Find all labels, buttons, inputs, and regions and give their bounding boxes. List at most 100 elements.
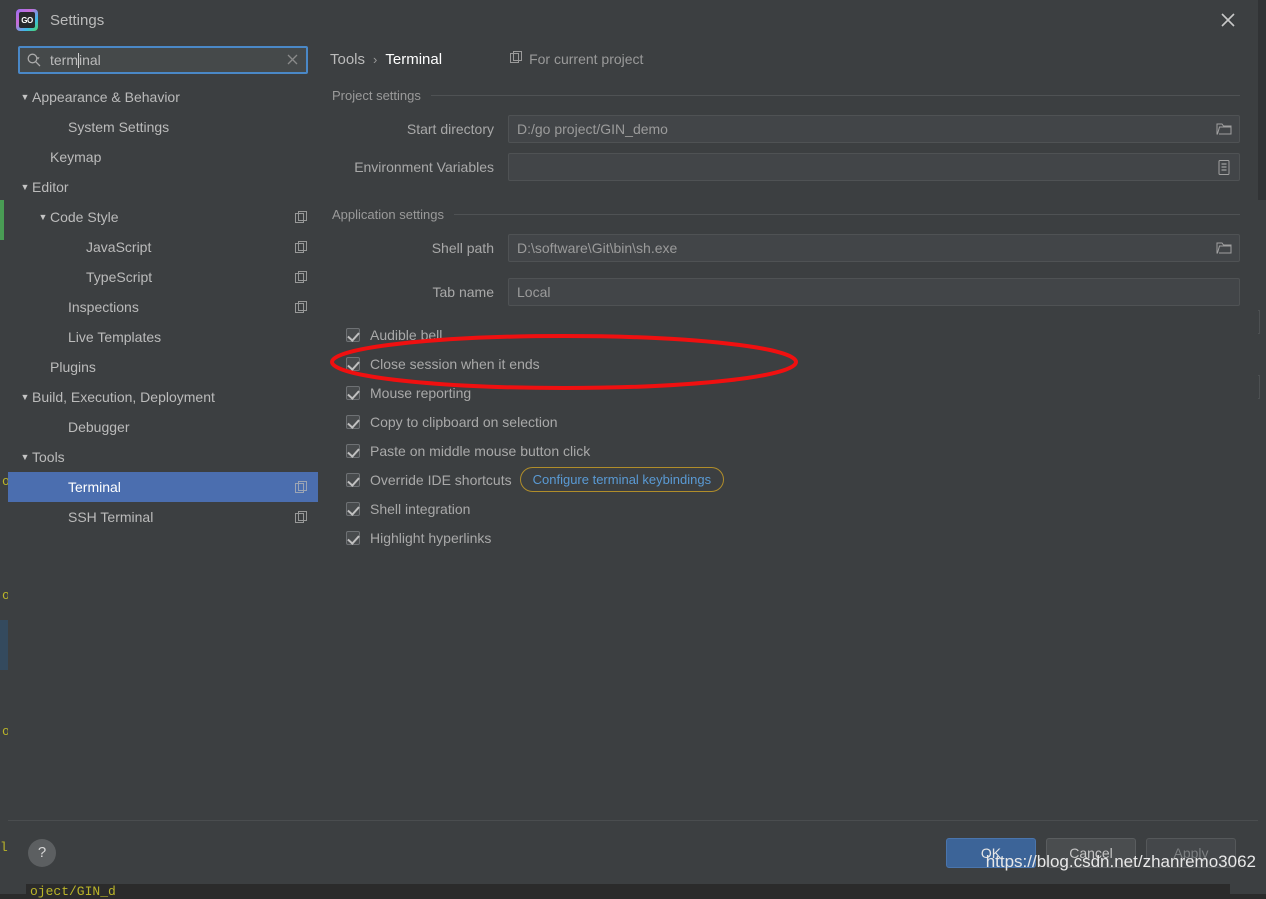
option-row: Mouse reporting	[346, 378, 1240, 407]
checkbox-close-session-when-it-ends[interactable]	[346, 357, 360, 371]
checkbox-paste-on-middle-mouse-button-click[interactable]	[346, 444, 360, 458]
copy-settings-icon[interactable]	[295, 211, 308, 224]
checkbox-label: Highlight hyperlinks	[370, 530, 491, 546]
sidebar-item-label: Code Style	[50, 209, 118, 225]
close-icon[interactable]	[1212, 4, 1244, 36]
goland-logo-icon	[16, 9, 38, 31]
checkbox-label: Paste on middle mouse button click	[370, 443, 590, 459]
copy-settings-icon[interactable]	[295, 301, 308, 314]
application-settings-group-header: Application settings	[332, 207, 1240, 222]
option-row: Override IDE shortcutsConfigure terminal…	[346, 465, 1240, 494]
sidebar-item-inspections[interactable]: Inspections	[8, 292, 318, 322]
sidebar-item-javascript[interactable]: JavaScript	[8, 232, 318, 262]
sidebar-item-terminal[interactable]: Terminal	[8, 472, 318, 502]
sidebar-item-label: Inspections	[68, 299, 139, 315]
shell-path-value: D:\software\Git\bin\sh.exe	[517, 240, 677, 256]
copy-settings-icon[interactable]	[295, 241, 308, 254]
sidebar-item-label: Appearance & Behavior	[32, 89, 180, 105]
copy-settings-icon[interactable]	[295, 481, 308, 494]
search-input-text: terminal	[50, 52, 101, 68]
dialog-titlebar: Settings	[8, 0, 1258, 40]
terminal-options-list: Audible bell Close session when it ends Mo…	[332, 320, 1240, 552]
search-input[interactable]: terminal	[18, 46, 308, 74]
sidebar-item-live-templates[interactable]: Live Templates	[8, 322, 318, 352]
chevron-down-icon[interactable]: ▼	[18, 452, 32, 462]
checkbox-audible-bell[interactable]	[346, 328, 360, 342]
shell-path-label: Shell path	[332, 240, 508, 256]
search-text-pre: term	[50, 52, 78, 68]
checkbox-label: Close session when it ends	[370, 356, 540, 372]
search-wrapper: terminal	[8, 46, 318, 82]
sidebar-item-label: Live Templates	[68, 329, 161, 345]
environment-variables-label: Environment Variables	[332, 159, 508, 175]
option-row: Copy to clipboard on selection	[346, 407, 1240, 436]
group-title: Application settings	[332, 207, 444, 222]
sidebar-item-appearance-behavior[interactable]: ▼Appearance & Behavior	[8, 82, 318, 112]
sidebar-item-label: System Settings	[68, 119, 169, 135]
environment-variables-input[interactable]	[508, 153, 1240, 181]
sidebar-item-typescript[interactable]: TypeScript	[8, 262, 318, 292]
checkbox-mouse-reporting[interactable]	[346, 386, 360, 400]
start-directory-row: Start directory D:/go project/GIN_demo	[332, 115, 1240, 143]
gutter-change-marker	[0, 200, 4, 240]
sidebar-item-debugger[interactable]: Debugger	[8, 412, 318, 442]
clear-icon[interactable]	[287, 53, 298, 67]
chevron-down-icon[interactable]: ▼	[18, 92, 32, 102]
sidebar-item-label: Keymap	[50, 149, 101, 165]
list-edit-icon[interactable]	[1215, 158, 1233, 176]
folder-icon[interactable]	[1215, 120, 1233, 138]
sidebar-item-label: Build, Execution, Deployment	[32, 389, 215, 405]
sidebar-item-plugins[interactable]: Plugins	[8, 352, 318, 382]
checkbox-shell-integration[interactable]	[346, 502, 360, 516]
ide-code-fragment: oject/GIN_d	[30, 884, 116, 899]
sidebar-item-tools[interactable]: ▼Tools	[8, 442, 318, 472]
sidebar-item-label: TypeScript	[86, 269, 152, 285]
scope-label: For current project	[529, 51, 643, 67]
shell-path-input[interactable]: D:\software\Git\bin\sh.exe	[508, 234, 1240, 262]
sidebar-item-build-execution-deployment[interactable]: ▼Build, Execution, Deployment	[8, 382, 318, 412]
tab-name-value: Local	[517, 284, 550, 300]
copy-settings-icon[interactable]	[295, 511, 308, 524]
option-row: Highlight hyperlinks	[346, 523, 1240, 552]
group-divider	[431, 95, 1240, 96]
sidebar-item-code-style[interactable]: ▼Code Style	[8, 202, 318, 232]
sidebar-item-label: Plugins	[50, 359, 96, 375]
project-scope-icon	[510, 51, 523, 67]
shell-path-row: Shell path D:\software\Git\bin\sh.exe	[332, 234, 1240, 262]
start-directory-label: Start directory	[332, 121, 508, 137]
search-text-post: inal	[79, 52, 101, 68]
sidebar-item-label: Terminal	[68, 479, 121, 495]
sidebar-item-label: JavaScript	[86, 239, 151, 255]
breadcrumb-parent[interactable]: Tools	[330, 51, 365, 68]
option-row: Audible bell	[346, 320, 1240, 349]
sidebar-item-editor[interactable]: ▼Editor	[8, 172, 318, 202]
checkbox-highlight-hyperlinks[interactable]	[346, 531, 360, 545]
start-directory-value: D:/go project/GIN_demo	[517, 121, 668, 137]
checkbox-copy-to-clipboard-on-selection[interactable]	[346, 415, 360, 429]
chevron-down-icon[interactable]: ▼	[36, 212, 50, 222]
option-row: Paste on middle mouse button click	[346, 436, 1240, 465]
configure-terminal-keybindings-link[interactable]: Configure terminal keybindings	[520, 467, 724, 492]
sidebar-item-system-settings[interactable]: System Settings	[8, 112, 318, 142]
checkbox-override-ide-shortcuts[interactable]	[346, 473, 360, 487]
settings-dialog: Settings terminal	[8, 0, 1258, 884]
sidebar-item-ssh-terminal[interactable]: SSH Terminal	[8, 502, 318, 532]
sidebar-item-label: Tools	[32, 449, 65, 465]
chevron-down-icon[interactable]: ▼	[18, 182, 32, 192]
tab-name-input[interactable]: Local	[508, 278, 1240, 306]
project-settings-group-header: Project settings	[332, 88, 1240, 103]
help-button[interactable]: ?	[28, 839, 56, 867]
settings-tree[interactable]: ▼Appearance & BehaviorSystem SettingsKey…	[8, 82, 318, 820]
checkbox-label: Shell integration	[370, 501, 470, 517]
start-directory-input[interactable]: D:/go project/GIN_demo	[508, 115, 1240, 143]
settings-main-pane: Tools › Terminal For current project	[318, 40, 1258, 820]
breadcrumb-separator-icon: ›	[373, 52, 377, 67]
folder-icon[interactable]	[1215, 239, 1233, 257]
option-row: Shell integration	[346, 494, 1240, 523]
copy-settings-icon[interactable]	[295, 271, 308, 284]
settings-content: Project settings Start directory D:/go p…	[318, 78, 1258, 820]
sidebar-item-keymap[interactable]: Keymap	[8, 142, 318, 172]
watermark-url: https://blog.csdn.net/zhanremo3062	[986, 852, 1256, 872]
checkbox-label: Audible bell	[370, 327, 442, 343]
chevron-down-icon[interactable]: ▼	[18, 392, 32, 402]
